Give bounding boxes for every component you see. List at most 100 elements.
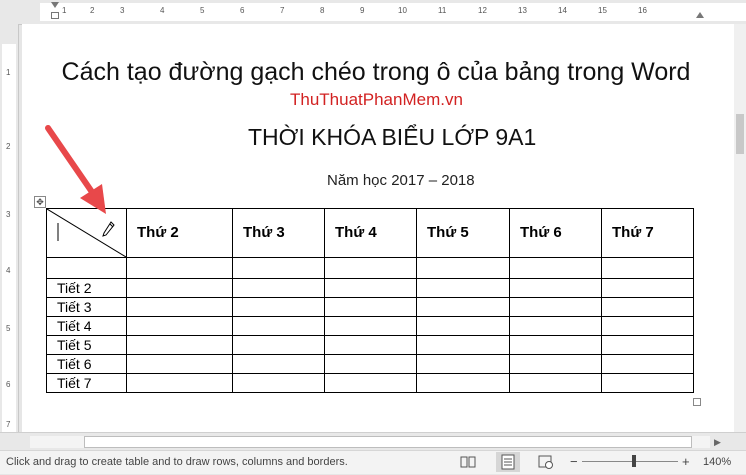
table-cell[interactable] (601, 335, 694, 355)
table-cell[interactable] (509, 257, 602, 279)
row-label-tiet-2[interactable]: Tiết 2 (46, 278, 127, 298)
timetable[interactable]: Thứ 2 Thứ 3 Thứ 4 Thứ 5 Thứ 6 Thứ 7 Tiết… (46, 208, 694, 393)
header-thu-5[interactable]: Thứ 5 (416, 208, 510, 258)
ruler-tick-1: 1 (62, 6, 67, 15)
table-cell[interactable] (416, 335, 510, 355)
table-cell[interactable] (232, 316, 325, 336)
status-message: Click and drag to create table and to dr… (6, 456, 348, 468)
vertical-scrollbar[interactable] (734, 24, 746, 432)
table-cell[interactable] (232, 373, 325, 393)
zoom-minus-icon[interactable]: − (570, 454, 578, 469)
header-thu-3[interactable]: Thứ 3 (232, 208, 325, 258)
horizontal-ruler[interactable]: 1 2 3 4 5 6 7 8 9 10 11 12 13 14 15 16 (0, 0, 746, 25)
table-cell[interactable] (324, 335, 417, 355)
zoom-slider[interactable] (582, 461, 678, 462)
table-cell[interactable] (46, 257, 127, 279)
table-row (46, 257, 694, 279)
zoom-plus-icon[interactable]: + (682, 454, 690, 469)
status-bar: Click and drag to create table and to dr… (0, 450, 746, 474)
table-cell[interactable] (126, 354, 233, 374)
print-layout-icon[interactable] (496, 452, 520, 472)
table-cell[interactable] (232, 354, 325, 374)
table-cell[interactable] (601, 257, 694, 279)
row-label-tiet-5[interactable]: Tiết 5 (46, 335, 127, 355)
table-cell[interactable] (416, 316, 510, 336)
table-cell[interactable] (509, 278, 602, 298)
ruler-tick-14: 14 (558, 6, 567, 15)
table-cell[interactable] (126, 335, 233, 355)
table-cell[interactable] (509, 373, 602, 393)
table-cell[interactable] (509, 354, 602, 374)
table-cell[interactable] (416, 354, 510, 374)
table-cell[interactable] (601, 278, 694, 298)
table-row: Tiết 2 (46, 278, 694, 298)
vertical-ruler[interactable]: 1 2 3 4 5 6 7 (0, 24, 19, 432)
table-cell[interactable] (126, 297, 233, 317)
table-cell[interactable] (509, 335, 602, 355)
header-thu-2[interactable]: Thứ 2 (126, 208, 233, 258)
table-cell[interactable] (126, 278, 233, 298)
table-row: Tiết 7 (46, 373, 694, 393)
ruler-tick-15: 15 (598, 6, 607, 15)
table-cell[interactable] (509, 297, 602, 317)
zoom-level[interactable]: 140% (703, 456, 731, 468)
table-cell[interactable] (126, 257, 233, 279)
table-cell[interactable] (324, 278, 417, 298)
table-cell[interactable] (416, 257, 510, 279)
vruler-number-1: 1 (6, 68, 11, 77)
vertical-scroll-thumb[interactable] (736, 114, 744, 154)
horizontal-scrollbar[interactable]: ◀ ▶ (0, 432, 746, 451)
header-thu-4[interactable]: Thứ 4 (324, 208, 417, 258)
table-cell[interactable] (324, 257, 417, 279)
table-cell[interactable] (324, 354, 417, 374)
table-cell[interactable] (416, 278, 510, 298)
table-cell[interactable] (601, 316, 694, 336)
table-cell[interactable] (324, 297, 417, 317)
header-thu-7[interactable]: Thứ 7 (601, 208, 694, 258)
site-watermark: ThuThuatPhanMem.vn (290, 90, 463, 109)
table-cell[interactable] (232, 257, 325, 279)
table-resize-handle-icon[interactable] (693, 398, 701, 406)
vruler-number-7: 7 (6, 420, 11, 429)
first-line-indent-marker[interactable] (51, 2, 59, 8)
left-indent-marker[interactable] (51, 12, 59, 19)
table-cell[interactable] (232, 335, 325, 355)
table-cell[interactable] (416, 297, 510, 317)
table-cell[interactable] (601, 297, 694, 317)
ruler-tick-2: 2 (90, 6, 95, 15)
row-label-tiet-6[interactable]: Tiết 6 (46, 354, 127, 374)
table-row: Tiết 6 (46, 354, 694, 374)
ruler-tick-8: 8 (320, 6, 325, 15)
zoom-slider-thumb[interactable] (632, 455, 636, 467)
ruler-tick-5: 5 (200, 6, 205, 15)
table-cell[interactable] (232, 297, 325, 317)
vruler-number-2: 2 (6, 142, 11, 151)
table-cell[interactable] (509, 316, 602, 336)
vruler-number-3: 3 (6, 210, 11, 219)
vruler-number-4: 4 (6, 266, 11, 275)
header-thu-6[interactable]: Thứ 6 (509, 208, 602, 258)
table-cell[interactable] (126, 373, 233, 393)
pencil-cursor-icon (102, 221, 115, 237)
ruler-tick-6: 6 (240, 6, 245, 15)
ruler-tick-12: 12 (478, 6, 487, 15)
table-cell[interactable] (416, 373, 510, 393)
table-cell[interactable] (126, 316, 233, 336)
web-layout-icon[interactable] (538, 455, 554, 469)
ruler-tick-10: 10 (398, 6, 407, 15)
table-cell[interactable] (324, 316, 417, 336)
read-mode-icon[interactable] (460, 455, 476, 469)
table-cell[interactable] (601, 373, 694, 393)
table-cell[interactable] (232, 278, 325, 298)
timetable-heading: THỜI KHÓA BIỂU LỚP 9A1 (248, 124, 537, 150)
scroll-right-icon[interactable]: ▶ (714, 436, 721, 448)
row-label-tiet-3[interactable]: Tiết 3 (46, 297, 127, 317)
row-label-tiet-4[interactable]: Tiết 4 (46, 316, 127, 336)
horizontal-scroll-thumb[interactable] (84, 436, 692, 448)
table-cell[interactable] (601, 354, 694, 374)
ruler-tick-11: 11 (438, 6, 447, 15)
right-indent-marker[interactable] (696, 12, 704, 18)
row-label-tiet-7[interactable]: Tiết 7 (46, 373, 127, 393)
ruler-tick-3: 3 (120, 6, 125, 15)
table-cell[interactable] (324, 373, 417, 393)
